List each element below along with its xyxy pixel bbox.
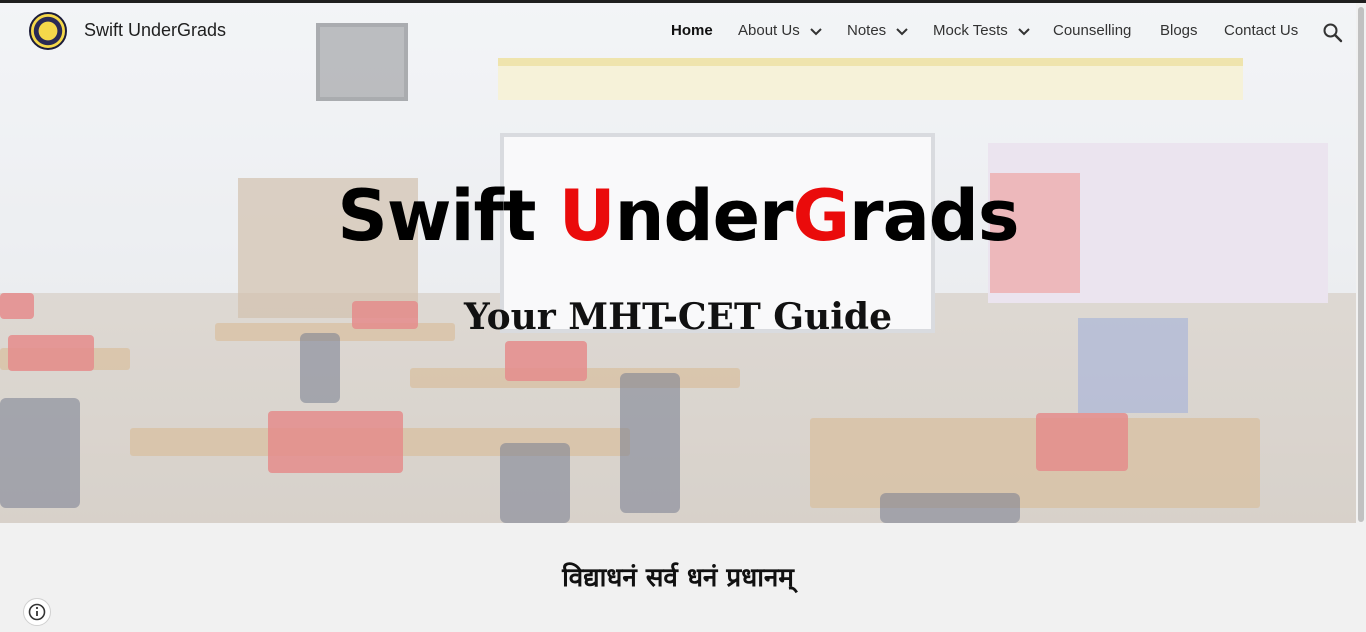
section-motto: विद्याधनं सर्व धनं प्रधानम् (562, 563, 794, 593)
hero-title-part: rads (849, 175, 1020, 257)
info-icon[interactable] (23, 598, 51, 626)
hero-subtitle: Your MHT-CET Guide (464, 296, 892, 338)
site-name[interactable]: Swift UnderGrads (84, 20, 226, 41)
hero-title: Swift UnderGrads (0, 175, 1356, 257)
nav-item-blogs[interactable]: Blogs (1160, 22, 1198, 39)
nav-item-about-us[interactable]: About Us (738, 22, 822, 40)
chevron-down-icon[interactable] (1018, 23, 1030, 40)
site-logo[interactable] (29, 12, 67, 50)
scrollbar-thumb[interactable] (1358, 7, 1364, 522)
chevron-down-icon[interactable] (810, 23, 822, 40)
hero-title-accent: G (792, 175, 850, 257)
hero-title-part: Swift (337, 175, 559, 257)
hero-banner (0, 3, 1356, 523)
chevron-down-icon[interactable] (896, 23, 909, 40)
search-icon[interactable] (1322, 22, 1344, 44)
hero-title-accent: U (558, 175, 616, 257)
nav-item-contact-us[interactable]: Contact Us (1224, 22, 1298, 39)
nav-item-label: Home (671, 22, 713, 39)
nav-item-label: Counselling (1053, 22, 1132, 39)
nav-item-home[interactable]: Home (671, 22, 713, 39)
nav-item-label: Mock Tests (933, 22, 1008, 39)
nav-item-counselling[interactable]: Counselling (1053, 22, 1131, 39)
hero-overlay (0, 3, 1356, 523)
nav-item-label: Notes (847, 22, 887, 39)
nav-item-label: Contact Us (1224, 22, 1299, 39)
nav-item-mock-tests[interactable]: Mock Tests (933, 22, 1030, 40)
hero-title-part: nder (614, 175, 794, 257)
vertical-scrollbar[interactable] (1356, 3, 1366, 632)
nav-item-label: Blogs (1160, 22, 1198, 39)
site-header: Swift UnderGrads Home About Us Notes Moc… (0, 3, 1356, 59)
nav-item-notes[interactable]: Notes (847, 22, 909, 40)
nav-item-label: About Us (738, 22, 800, 39)
